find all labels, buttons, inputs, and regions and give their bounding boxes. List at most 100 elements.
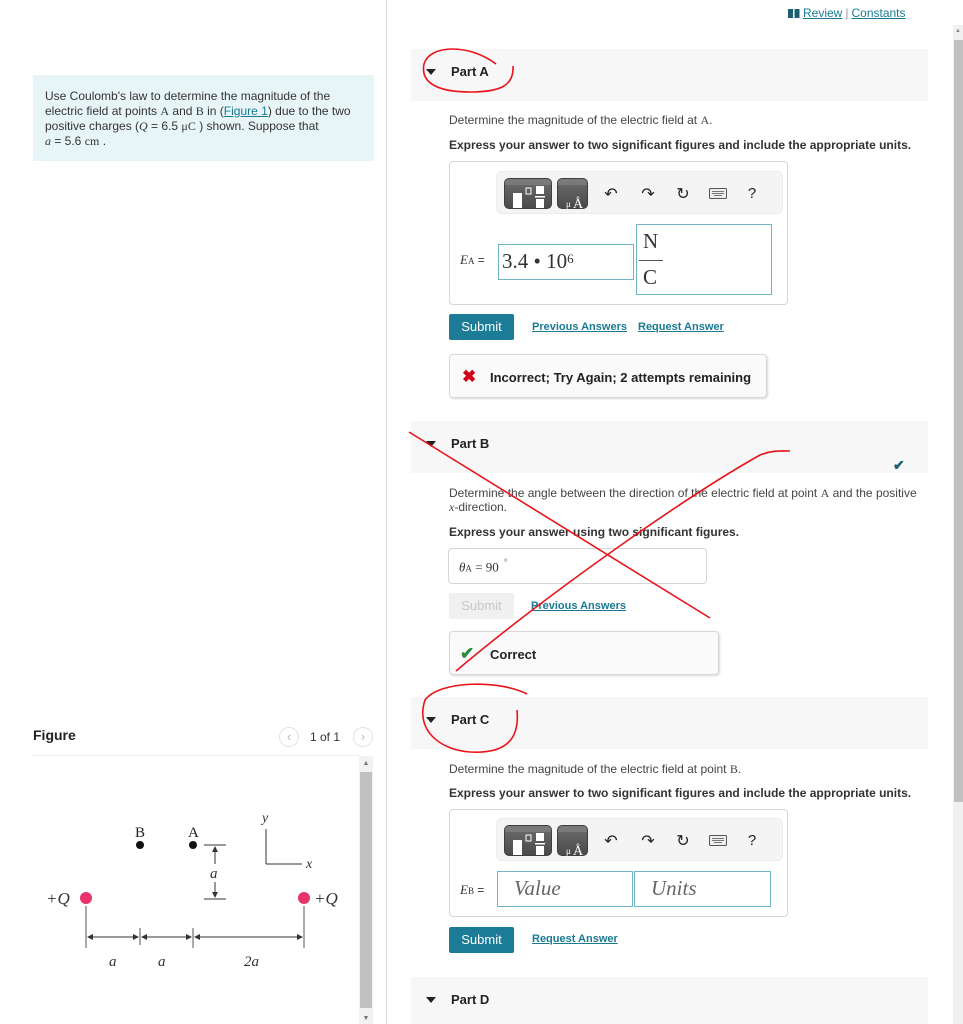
prompt-var: A	[820, 486, 830, 500]
page-scrollbar[interactable]: ▲	[953, 25, 963, 1024]
label-symbol: E	[460, 882, 468, 897]
collapse-triangle-icon[interactable]	[426, 997, 436, 1003]
scroll-up-icon[interactable]: ▲	[953, 28, 963, 34]
point-a-dot	[189, 841, 197, 849]
part-d-header[interactable]: Part D	[411, 977, 928, 1024]
check-icon: ✔	[460, 644, 475, 663]
answer-value: 90	[485, 559, 499, 575]
completed-check-icon: ✔	[893, 457, 905, 473]
book-icon	[788, 9, 800, 18]
prompt-text: .	[709, 113, 713, 127]
figure-link[interactable]: Figure 1	[224, 104, 268, 118]
keyboard-icon[interactable]	[708, 833, 728, 851]
ea-label: EA =	[460, 252, 485, 268]
intro-line-2: electric field at points A and B in (Fig…	[45, 104, 362, 119]
eb-value-input[interactable]: Value	[497, 871, 633, 907]
part-a-answer-box: μÅ ↶ ↷ ↻ ? EA = 3.4 • 106 N C	[449, 161, 788, 305]
dim-a-2: a	[158, 954, 166, 970]
templates-button[interactable]	[504, 825, 552, 856]
part-b-answer-display: θA = 90 °	[448, 548, 707, 584]
units-button[interactable]: μÅ	[557, 178, 588, 210]
templates-button[interactable]	[504, 178, 552, 209]
part-b-feedback: ✔ Correct	[449, 631, 719, 675]
problem-intro: Use Coulomb's law to determine the magni…	[33, 75, 374, 161]
redo-icon[interactable]: ↷	[638, 831, 658, 851]
intro-text: and	[169, 104, 196, 118]
intro-text: .	[99, 134, 107, 148]
part-d-title: Part D	[451, 992, 490, 1007]
prompt-text: Determine the magnitude of the electric …	[449, 762, 730, 776]
part-c-prompt: Determine the magnitude of the electric …	[449, 762, 741, 776]
q-unit: μC	[181, 119, 196, 133]
top-links: Review | Constants	[788, 6, 906, 20]
svg-text:μ: μ	[566, 846, 571, 856]
panel-divider	[386, 0, 387, 1024]
collapse-triangle-icon[interactable]	[426, 717, 436, 723]
part-c-request-answer-link[interactable]: Request Answer	[532, 933, 618, 945]
prompt-text: and the positive	[829, 486, 917, 500]
redo-icon[interactable]: ↷	[638, 184, 658, 204]
degree-unit: °	[503, 558, 508, 569]
fraction-bar	[639, 260, 663, 261]
figure-pager: 1 of 1	[310, 730, 341, 744]
keyboard-icon[interactable]	[708, 186, 728, 204]
scroll-down-icon[interactable]: ▼	[359, 1015, 373, 1022]
part-a-request-answer-link[interactable]: Request Answer	[638, 321, 724, 333]
chevron-right-icon: ›	[360, 729, 366, 744]
part-a-previous-answers-link[interactable]: Previous Answers	[532, 321, 627, 333]
eb-units-input[interactable]: Units	[634, 871, 771, 907]
undo-icon[interactable]: ↶	[601, 184, 621, 204]
x-axis-label: x	[305, 857, 313, 872]
part-c-submit-button[interactable]: Submit	[449, 927, 514, 953]
figure-next-button[interactable]: ›	[353, 727, 373, 747]
units-button[interactable]: μÅ	[557, 825, 588, 857]
dim-a-vertical: a	[210, 866, 218, 882]
link-separator: |	[845, 6, 849, 20]
figure-scroll-thumb[interactable]	[360, 772, 372, 1008]
intro-text: in (	[203, 104, 224, 118]
reset-icon[interactable]: ↻	[673, 184, 693, 204]
math-toolbar: μÅ ↶ ↷ ↻ ?	[496, 171, 783, 214]
ea-value-input[interactable]: 3.4 • 106	[498, 244, 634, 280]
value-placeholder: Value	[514, 876, 561, 900]
left-charge	[80, 892, 92, 904]
part-a-header[interactable]: Part A	[411, 49, 928, 101]
label-equals: =	[474, 253, 485, 267]
units-numerator: N	[643, 229, 659, 253]
label-equals: =	[471, 559, 486, 575]
part-b-header[interactable]: Part B ✔	[411, 421, 928, 473]
collapse-triangle-icon[interactable]	[426, 69, 436, 75]
part-a-prompt: Determine the magnitude of the electric …	[449, 113, 712, 127]
prompt-var: A	[700, 113, 710, 127]
part-b-title: Part B	[451, 436, 490, 451]
prompt-text: Determine the magnitude of the electric …	[449, 113, 701, 127]
figure-diagram: B A a y x +Q +Q a a 2a	[46, 811, 338, 970]
figure-scrollbar[interactable]: ▲ ▼	[359, 756, 373, 1024]
part-a-instruction: Express your answer to two significant f…	[449, 138, 912, 152]
figure-prev-button[interactable]: ‹	[279, 727, 299, 747]
page-scroll-thumb[interactable]	[954, 40, 963, 802]
feedback-text: Correct	[490, 647, 537, 662]
part-b-previous-answers-link[interactable]: Previous Answers	[531, 600, 626, 612]
scroll-up-icon[interactable]: ▲	[359, 760, 373, 767]
collapse-triangle-icon[interactable]	[426, 441, 436, 447]
left-charge-label: +Q	[46, 889, 70, 908]
undo-icon[interactable]: ↶	[601, 831, 621, 851]
constants-link[interactable]: Constants	[851, 6, 905, 20]
review-link[interactable]: Review	[803, 6, 842, 20]
ea-units-input[interactable]: N C	[636, 224, 772, 295]
part-b-submit-button[interactable]: Submit	[449, 593, 514, 619]
prompt-var: B	[729, 762, 738, 776]
reset-icon[interactable]: ↻	[673, 831, 693, 851]
q-symbol: Q	[139, 119, 148, 133]
part-b-instruction: Express your answer using two significan…	[449, 525, 740, 539]
help-button[interactable]: ?	[742, 185, 762, 202]
help-button[interactable]: ?	[742, 832, 762, 849]
part-c-header[interactable]: Part C	[411, 697, 928, 749]
a-value: = 5.6	[51, 134, 85, 148]
dim-2a: 2a	[244, 954, 259, 970]
chevron-left-icon: ‹	[286, 729, 292, 744]
label-equals: =	[473, 883, 485, 897]
part-a-submit-button[interactable]: Submit	[449, 314, 514, 340]
part-b-prompt: Determine the angle between the directio…	[449, 486, 929, 514]
